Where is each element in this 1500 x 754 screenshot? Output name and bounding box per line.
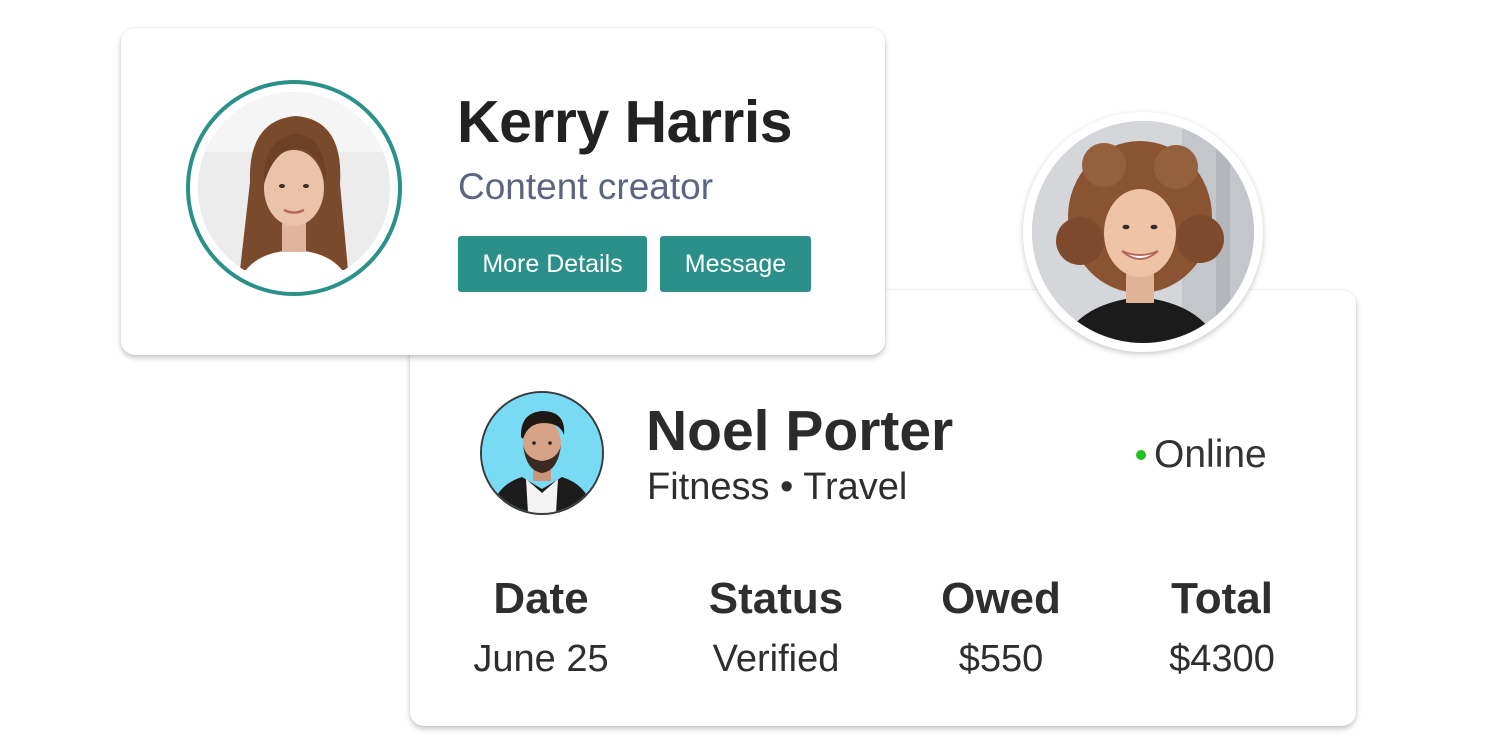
noel-porter-name: Noel Porter [646, 399, 954, 463]
stats-table: Date June 25 Status Verified Owed $550 T… [410, 568, 1356, 698]
stat-value: $550 [958, 638, 1044, 680]
stat-date: Date June 25 [421, 568, 661, 681]
stat-value: June 25 [473, 638, 609, 680]
message-button[interactable]: Message [660, 236, 811, 292]
kerry-harris-role: Content creator [458, 166, 714, 207]
stat-label: Owed [941, 574, 1061, 623]
noel-porter-tags: Fitness • Travel [647, 466, 908, 508]
stat-value: Verified [712, 638, 840, 680]
kerry-harris-card: Kerry Harris Content creator More Detail… [121, 28, 885, 355]
stat-label: Status [708, 574, 844, 623]
stat-owed: Owed $550 [881, 568, 1121, 681]
floating-profile-avatar[interactable] [1032, 121, 1254, 343]
stat-label: Total [1171, 574, 1273, 623]
online-status-label: Online [1154, 433, 1267, 476]
kerry-harris-avatar[interactable] [198, 92, 390, 284]
kerry-harris-avatar-ring [186, 80, 402, 296]
stat-total: Total $4300 [1102, 568, 1342, 681]
more-details-button[interactable]: More Details [458, 236, 647, 292]
noel-porter-card: Noel Porter Fitness • Travel Online Date… [410, 290, 1356, 726]
stat-status: Status Verified [656, 568, 896, 681]
kerry-harris-name: Kerry Harris [457, 89, 793, 155]
stat-label: Date [493, 574, 589, 623]
floating-avatar-frame [1023, 112, 1263, 352]
online-dot-icon [1136, 450, 1146, 460]
stat-value: $4300 [1169, 638, 1275, 680]
online-status: Online [1136, 433, 1267, 477]
noel-porter-avatar[interactable] [480, 391, 604, 515]
